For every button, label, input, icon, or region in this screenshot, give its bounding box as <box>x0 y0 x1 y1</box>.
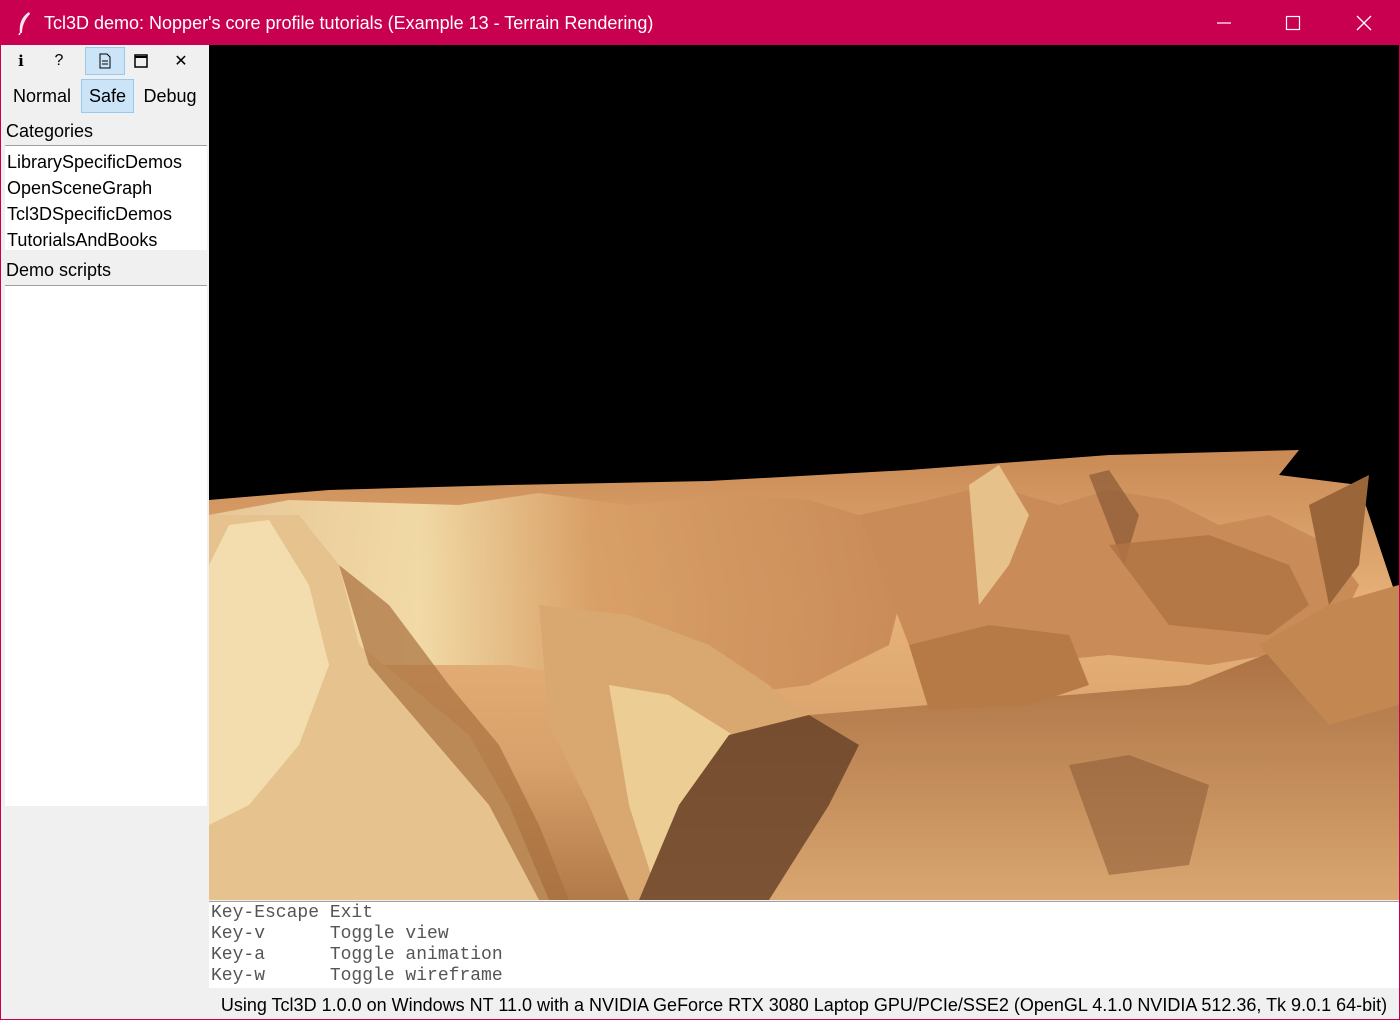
feather-icon <box>15 11 35 36</box>
list-item[interactable]: LibrarySpecificDemos <box>7 151 182 173</box>
info-icon: i <box>18 52 24 70</box>
minimize-button[interactable] <box>1189 1 1259 45</box>
close-window-button[interactable] <box>1329 1 1399 45</box>
demo-scripts-list[interactable] <box>5 285 207 806</box>
help-line: Key-w Toggle wireframe <box>211 966 503 986</box>
info-button[interactable]: i <box>2 47 40 75</box>
demo-scripts-label: Demo scripts <box>6 260 112 280</box>
list-item[interactable]: TutorialsAndBooks <box>7 229 157 251</box>
help-line: Key-v Toggle view <box>211 924 449 944</box>
app-window: Tcl3D demo: Nopper's core profile tutori… <box>0 0 1400 1020</box>
close-icon <box>1356 15 1372 31</box>
help-text-box[interactable]: Key-Escape Exit Key-v Toggle view Key-a … <box>209 901 1399 988</box>
help-button[interactable]: ? <box>40 47 78 75</box>
help-line: Key-Escape Exit <box>211 903 374 923</box>
document-button[interactable] <box>85 47 125 75</box>
categories-label: Categories <box>6 121 94 141</box>
exit-button[interactable]: ✕ <box>162 47 200 75</box>
list-item[interactable]: Tcl3DSpecificDemos <box>7 203 172 225</box>
minimize-icon <box>1217 22 1231 24</box>
terrain-render <box>209 450 1399 900</box>
mode-debug-button[interactable]: Debug <box>136 79 204 113</box>
help-line: Key-a Toggle animation <box>211 945 503 965</box>
mode-normal-button[interactable]: Normal <box>4 79 80 113</box>
close-icon: ✕ <box>174 53 188 70</box>
document-icon <box>99 53 111 69</box>
left-panel: i ? ✕ Normal Safe Debug Categories Libra… <box>2 45 208 1019</box>
maximize-icon <box>1285 15 1301 31</box>
categories-list[interactable]: LibrarySpecificDemos OpenSceneGraph Tcl3… <box>5 145 207 250</box>
opengl-viewport[interactable] <box>209 45 1399 900</box>
status-bar: Using Tcl3D 1.0.0 on Windows NT 11.0 wit… <box>209 991 1399 1019</box>
fullscreen-icon <box>134 54 148 68</box>
window-title: Tcl3D demo: Nopper's core profile tutori… <box>44 13 654 33</box>
list-item[interactable]: OpenSceneGraph <box>7 177 152 199</box>
title-bar[interactable]: Tcl3D demo: Nopper's core profile tutori… <box>1 1 1400 45</box>
maximize-button[interactable] <box>1258 1 1328 45</box>
status-text: Using Tcl3D 1.0.0 on Windows NT 11.0 wit… <box>220 994 1388 1015</box>
mode-safe-button[interactable]: Safe <box>81 79 134 113</box>
fullscreen-button[interactable] <box>122 47 160 75</box>
help-icon: ? <box>54 52 64 69</box>
